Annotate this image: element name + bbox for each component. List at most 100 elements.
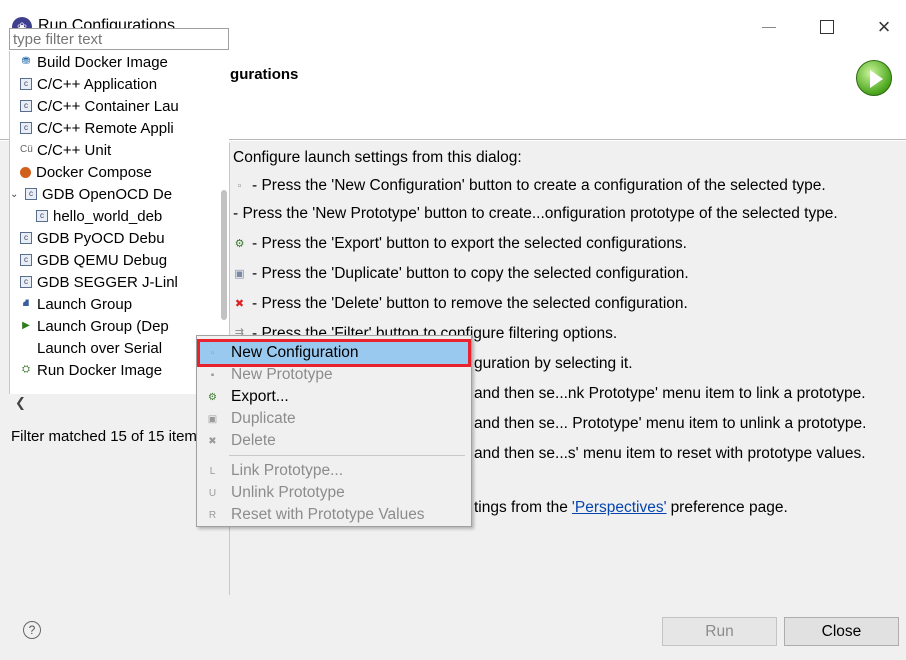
compose-icon — [20, 166, 31, 178]
menu-item-new-configuration[interactable]: ▫ New Configuration — [197, 339, 471, 367]
launch-group-icon: ⛘ — [22, 298, 30, 309]
menu-item-label: New Prototype — [231, 366, 333, 383]
tree-item-label: C/C++ Application — [37, 75, 158, 93]
tree-item-cpp-container-launch[interactable]: c C/C++ Container Lau — [20, 95, 179, 117]
info-line-reset: and then se...s' menu item to reset with… — [474, 443, 866, 465]
menu-item-unlink-prototype[interactable]: U Unlink Prototype — [200, 482, 468, 504]
close-window-button[interactable]: × — [869, 14, 899, 40]
info-text: - Press the 'Duplicate' button to copy t… — [252, 265, 689, 282]
link-prototype-icon: L — [209, 465, 216, 477]
info-text: and then se... Prototype' menu item to u… — [474, 415, 867, 432]
new-config-icon: ▫ — [210, 347, 215, 359]
menu-item-label: Export... — [231, 388, 289, 405]
info-text: - Press the 'New Configuration' button t… — [252, 177, 826, 194]
menu-separator — [229, 455, 465, 456]
new-prototype-icon: ▪ — [210, 369, 215, 381]
run-banner-icon — [856, 60, 892, 96]
tree-item-label: GDB PyOCD Debu — [37, 229, 165, 247]
menu-item-new-prototype[interactable]: ▪ New Prototype — [200, 364, 468, 386]
info-line-delete: ✖ - Press the 'Delete' button to remove t… — [233, 293, 688, 315]
tree-item-label: C/C++ Remote Appli — [37, 119, 174, 137]
info-text: and then se...s' menu item to reset with… — [474, 445, 866, 462]
c-icon: c — [20, 100, 32, 112]
export-icon: ⚙ — [208, 391, 217, 403]
tree-item-label: hello_world_deb — [53, 207, 163, 225]
info-line-perspectives: tings from the 'Perspectives' preference… — [474, 497, 788, 519]
menu-item-label: Reset with Prototype Values — [231, 506, 425, 523]
minimize-button[interactable] — [754, 14, 784, 40]
tree-item-cpp-application[interactable]: c C/C++ Application — [20, 73, 157, 95]
info-text: tings from the — [474, 499, 568, 516]
tree-item-label: Launch over Serial — [37, 339, 163, 357]
info-line-export: ⚙ - Press the 'Export' button to export t… — [233, 233, 687, 255]
context-menu: ▫ New Configuration ▪ New Prototype ⚙ Expor… — [196, 335, 472, 527]
new-config-icon: ▫ — [237, 179, 242, 192]
tree-item-launch-over-serial[interactable]: Launch over Serial — [20, 337, 162, 359]
info-text: preference page. — [670, 499, 788, 516]
c-icon: c — [20, 254, 32, 266]
tree-item-cpp-remote-application[interactable]: c C/C++ Remote Appli — [20, 117, 174, 139]
tree-item-gdb-pyocd-debugging[interactable]: c GDB PyOCD Debu — [20, 227, 165, 249]
export-icon: ⚙ — [234, 237, 245, 250]
run-button[interactable]: Run — [662, 617, 777, 646]
info-line-new-config: ▫ - Press the 'New Configuration' button … — [233, 175, 826, 197]
duplicate-icon: ▣ — [234, 267, 245, 280]
tree-item-hello-world-debug[interactable]: c hello_world_deb — [36, 205, 162, 227]
tree-item-label: Launch Group — [37, 295, 133, 313]
info-intro: Configure launch settings from this dial… — [233, 147, 522, 169]
tree-item-gdb-openocd-debugging[interactable]: ⌄ c GDB OpenOCD De — [10, 183, 172, 205]
delete-icon: ✖ — [208, 435, 217, 447]
perspectives-link[interactable]: 'Perspectives' — [572, 499, 667, 517]
menu-item-label: Duplicate — [231, 410, 296, 427]
blank-icon — [20, 342, 32, 354]
info-line-unlink: and then se... Prototype' menu item to u… — [474, 413, 866, 435]
menu-item-duplicate[interactable]: ▣ Duplicate — [200, 408, 468, 430]
menu-item-label: Link Prototype... — [231, 462, 344, 479]
c-icon: c — [20, 232, 32, 244]
info-line-duplicate: ▣ - Press the 'Duplicate' button to copy … — [233, 263, 689, 285]
tree-item-label: C/C++ Unit — [37, 141, 112, 159]
maximize-icon — [820, 20, 834, 34]
tree-item-launch-group-deprecated[interactable]: ▶ Launch Group (Dep — [20, 315, 169, 337]
info-text: - Press the 'Export' button to export th… — [252, 235, 687, 252]
filter-input[interactable] — [9, 28, 229, 50]
scroll-left-icon[interactable]: ❮ — [15, 395, 26, 411]
info-line-link: and then se...nk Prototype' menu item to… — [474, 383, 866, 405]
close-button[interactable]: Close — [784, 617, 899, 646]
tree-item-label: GDB QEMU Debug — [37, 251, 168, 269]
info-text: - Press the 'Delete' button to remove th… — [252, 295, 688, 312]
reset-prototype-icon: R — [208, 509, 217, 521]
filter-status: Filter matched 15 of 15 item — [11, 428, 197, 445]
c-icon: c — [20, 78, 32, 90]
docker-icon: ⛃ — [21, 56, 31, 67]
intro-text: Configure launch settings from this dial… — [233, 149, 522, 166]
info-text: and then se...nk Prototype' menu item to… — [474, 385, 866, 402]
play-icon: ▶ — [22, 320, 30, 331]
menu-item-export[interactable]: ⚙ Export... — [200, 386, 468, 408]
tree-item-label: Build Docker Image — [37, 53, 168, 71]
maximize-button[interactable] — [812, 14, 842, 40]
menu-item-delete[interactable]: ✖ Delete — [200, 430, 468, 452]
help-icon[interactable]: ? — [23, 621, 41, 639]
cu-icon: Cü — [20, 144, 33, 155]
tree-vertical-scrollbar[interactable] — [221, 190, 227, 320]
c-icon: c — [36, 210, 48, 222]
menu-item-reset-prototype-values[interactable]: R Reset with Prototype Values — [200, 504, 468, 526]
chevron-down-icon[interactable]: ⌄ — [10, 189, 22, 200]
tree-item-gdb-qemu-debugging[interactable]: c GDB QEMU Debug — [20, 249, 167, 271]
tree-item-gdb-segger-jlink[interactable]: c GDB SEGGER J-Linl — [20, 271, 178, 293]
tree-item-launch-group[interactable]: ⛘ Launch Group — [20, 293, 132, 315]
tree-item-cpp-unit[interactable]: Cü C/C++ Unit — [20, 139, 111, 161]
info-text: - Press the 'New Prototype' button to cr… — [233, 205, 838, 222]
tree-item-build-docker-image[interactable]: ⛃ Build Docker Image — [20, 51, 168, 73]
c-icon: c — [25, 188, 37, 200]
close-icon: × — [877, 14, 891, 39]
unlink-prototype-icon: U — [208, 487, 217, 499]
tree-item-run-docker-image[interactable]: ⛭ Run Docker Image — [20, 359, 162, 381]
info-line-new-prototype: - Press the 'New Prototype' button to cr… — [233, 203, 838, 225]
menu-item-link-prototype[interactable]: L Link Prototype... — [200, 460, 468, 482]
tree-item-label: C/C++ Container Lau — [37, 97, 179, 115]
c-icon: c — [20, 276, 32, 288]
tree-item-docker-compose[interactable]: Docker Compose — [20, 161, 152, 183]
info-line-edit: guration by selecting it. — [474, 353, 633, 375]
